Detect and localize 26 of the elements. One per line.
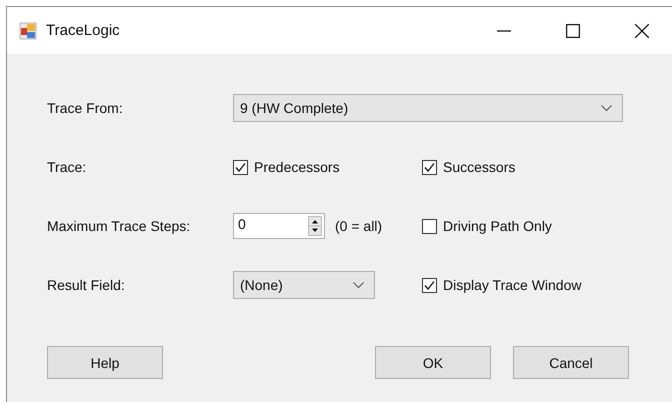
steps-hint: (0 = all) [335, 218, 382, 234]
steps-spinner[interactable]: 0 [233, 213, 325, 239]
app-icon [19, 22, 37, 40]
field-label: Trace: [47, 159, 88, 175]
close-icon[interactable] [635, 24, 649, 38]
window-title: TraceLogic [46, 22, 120, 39]
field-label: Trace From: [47, 100, 124, 116]
chevron-down-icon [601, 104, 612, 112]
help-button[interactable]: Help [47, 346, 163, 379]
spin-arrows-icon[interactable] [308, 216, 322, 236]
cancel-button[interactable]: Cancel [513, 346, 629, 379]
checkbox[interactable]: Successors [422, 159, 652, 175]
ok-button[interactable]: OK [375, 346, 491, 379]
checkbox-box[interactable] [233, 160, 248, 174]
field-label: Maximum Trace Steps: [47, 218, 192, 234]
field-label: Result Field: [47, 277, 126, 293]
checkbox[interactable]: Predecessors [233, 159, 422, 175]
maximize-icon[interactable] [566, 24, 580, 38]
checkbox[interactable]: Driving Path Only [422, 218, 652, 234]
checkbox[interactable]: Display Trace Window [422, 277, 652, 293]
checkbox-box[interactable] [422, 278, 437, 292]
chevron-down-icon [353, 282, 364, 288]
result-field-dropdown[interactable]: (None) [233, 271, 375, 299]
checkbox-box[interactable] [422, 160, 437, 174]
checkbox-box[interactable] [422, 218, 437, 234]
trace-from-dropdown[interactable]: 9 (HW Complete) [233, 94, 623, 122]
